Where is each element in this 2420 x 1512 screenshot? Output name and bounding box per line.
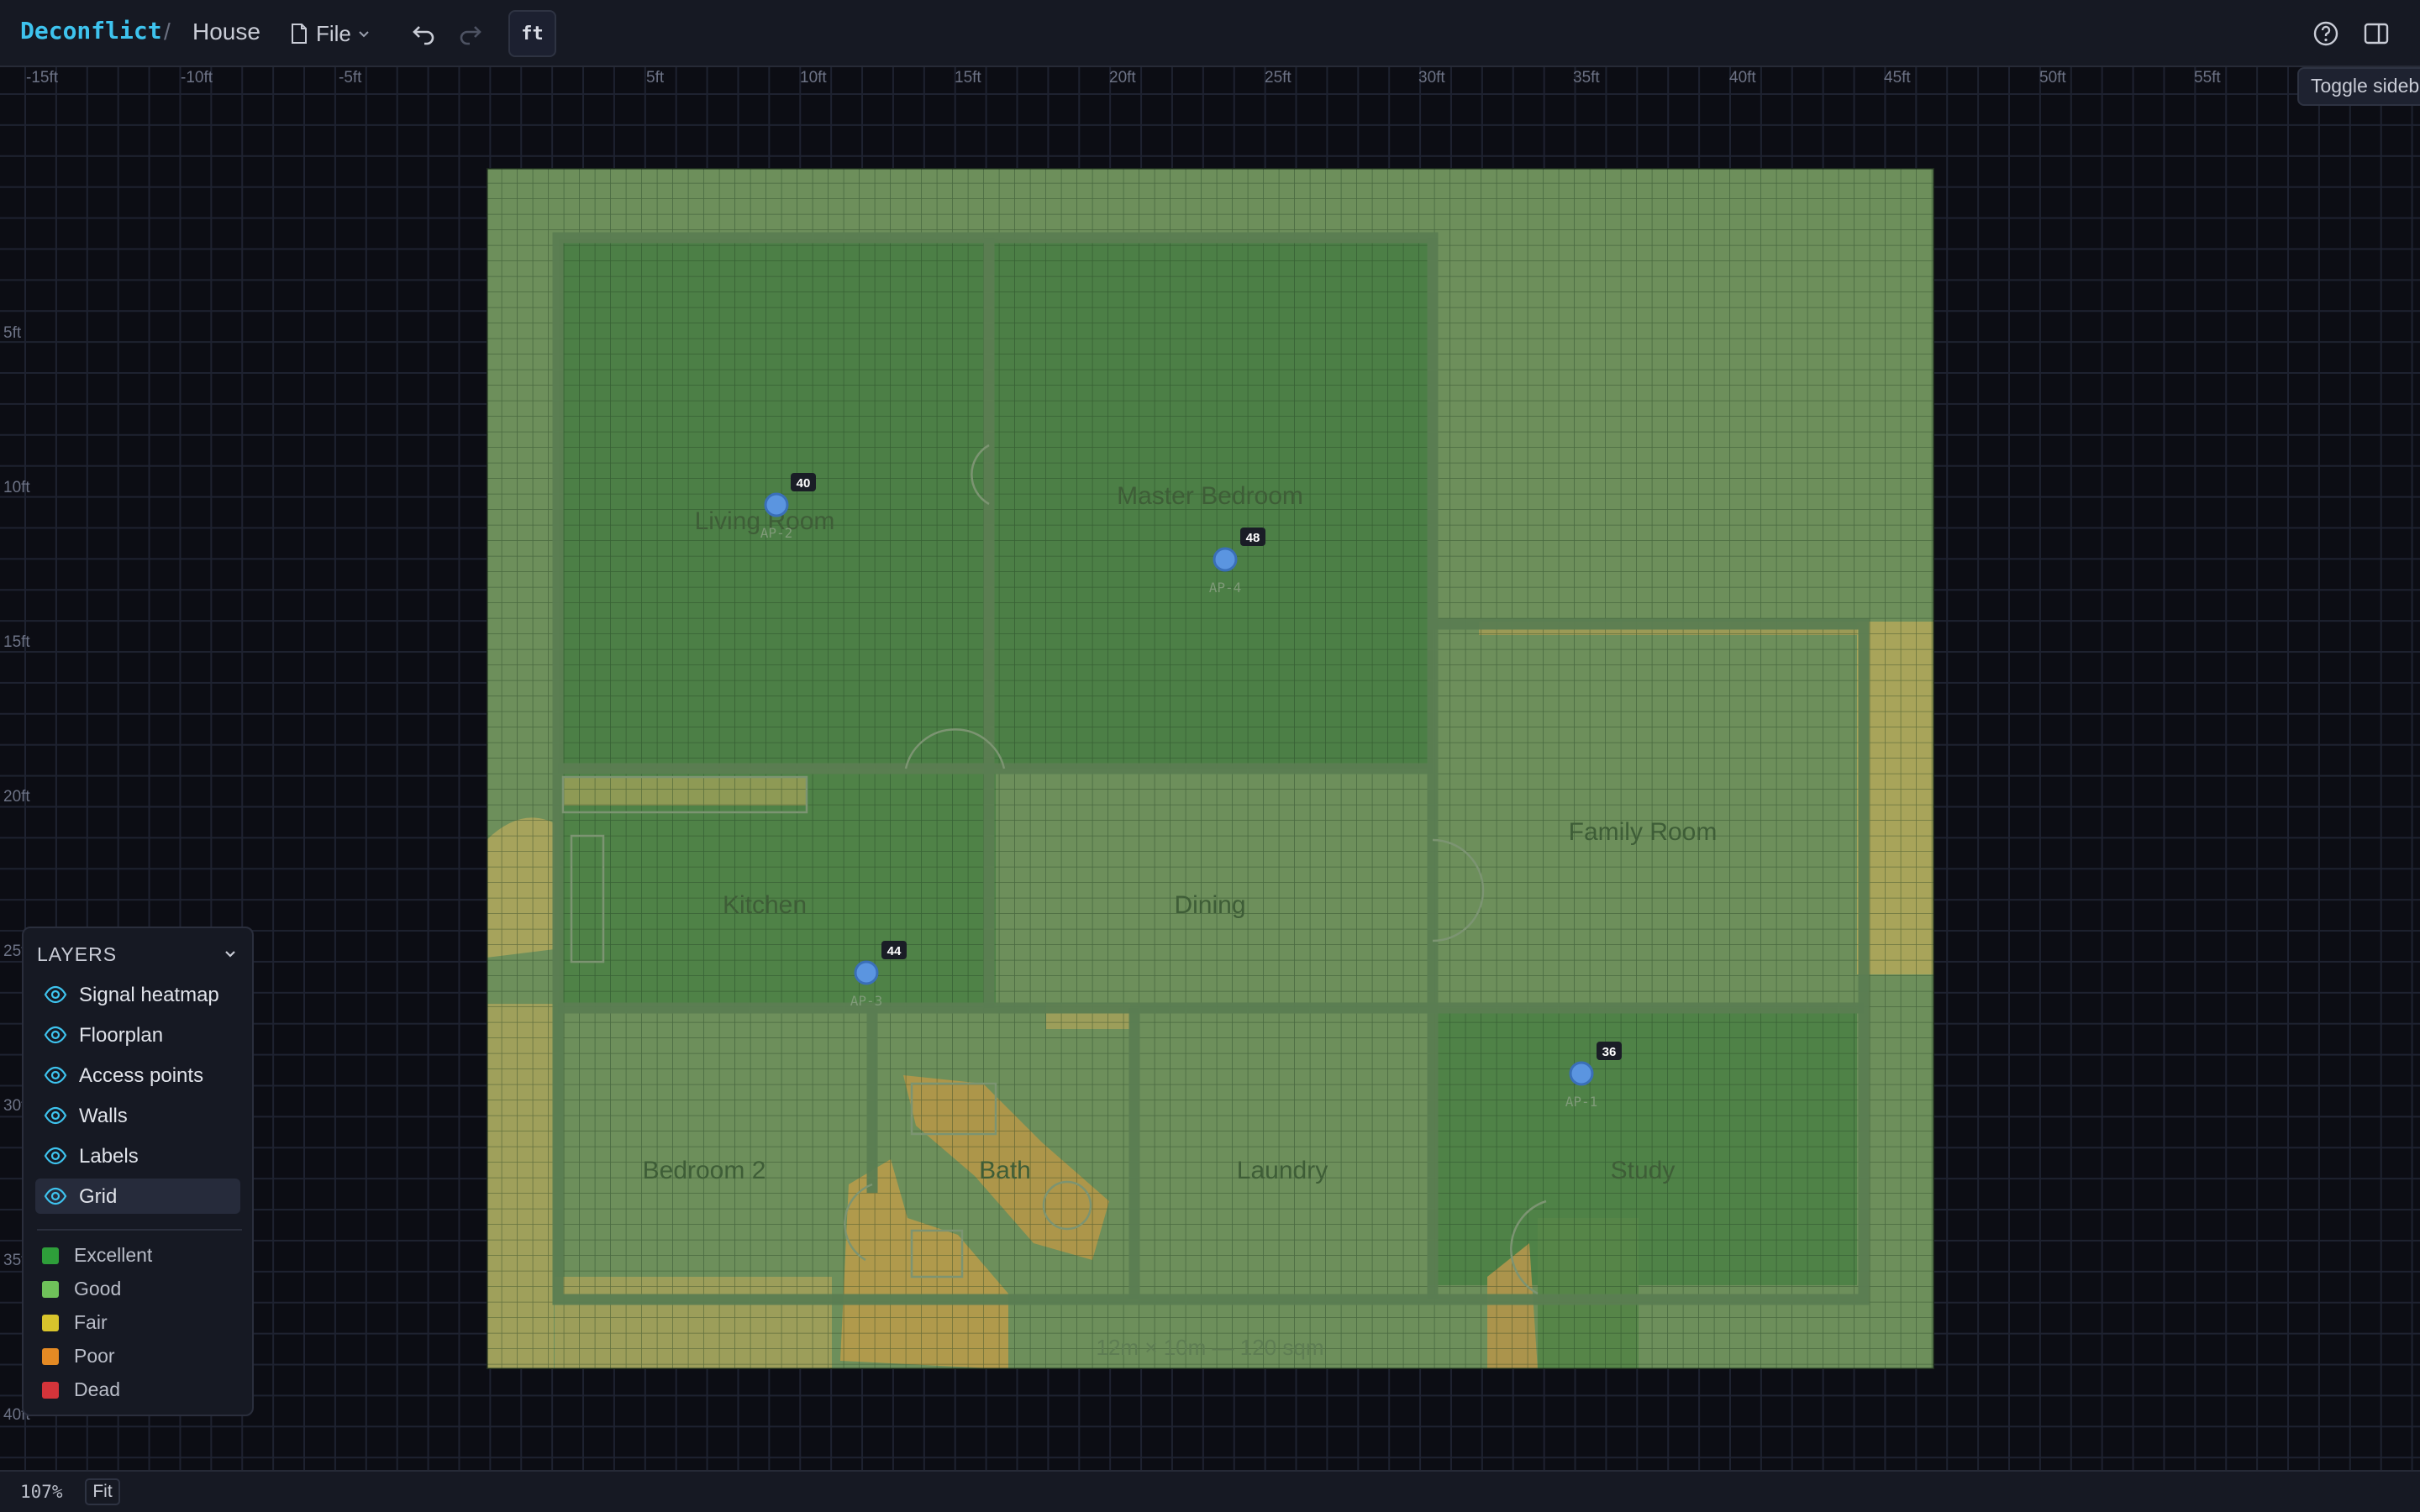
ruler-tick: 5ft bbox=[646, 69, 665, 87]
room-label-study: Study bbox=[1611, 1157, 1676, 1184]
floorplan-dimensions: 12m × 10m — 120 sqm bbox=[1097, 1335, 1324, 1360]
legend-label: Excellent bbox=[74, 1244, 153, 1266]
zoom-level: 107% bbox=[20, 1482, 63, 1502]
eye-icon bbox=[44, 1106, 67, 1125]
layer-toggle-grid[interactable]: Grid bbox=[35, 1179, 240, 1214]
eye-icon bbox=[44, 1187, 67, 1205]
legend-label: Dead bbox=[74, 1378, 120, 1400]
undo-icon bbox=[413, 26, 434, 45]
ap-signal-badge: 40 bbox=[797, 476, 811, 491]
ruler-tick: 55ft bbox=[2194, 69, 2221, 87]
legend-label: Fair bbox=[74, 1311, 108, 1333]
room-label-laundry: Laundry bbox=[1237, 1157, 1328, 1184]
ruler-tick: 40ft bbox=[1729, 69, 1756, 87]
layer-label: Labels bbox=[79, 1145, 139, 1168]
layer-label: Signal heatmap bbox=[79, 984, 219, 1006]
ap-label: AP-3 bbox=[850, 993, 883, 1009]
ruler-tick: 30ft bbox=[1418, 69, 1445, 87]
legend-swatch bbox=[42, 1281, 59, 1298]
ap-label: AP-4 bbox=[1209, 580, 1242, 596]
legend-divider bbox=[37, 1229, 242, 1231]
ap-label: AP-1 bbox=[1565, 1094, 1598, 1110]
ruler-tick: 15ft bbox=[3, 633, 30, 651]
chevron-down-icon[interactable] bbox=[222, 945, 239, 962]
top-bar: Deconflict / House File ft bbox=[0, 0, 2420, 67]
layers-panel-title: LAYERS bbox=[37, 943, 118, 965]
unit-toggle-button[interactable]: ft bbox=[508, 10, 556, 57]
legend-swatch bbox=[42, 1315, 59, 1331]
room-label-bedroom-2: Bedroom 2 bbox=[643, 1157, 766, 1184]
ap-label: AP-2 bbox=[760, 525, 793, 541]
layer-label: Walls bbox=[79, 1105, 128, 1127]
legend-label: Poor bbox=[74, 1345, 115, 1367]
layer-toggle-floorplan[interactable]: Floorplan bbox=[35, 1017, 240, 1053]
room-label-master-bedroom: Master Bedroom bbox=[1117, 482, 1303, 510]
room-label-bath: Bath bbox=[979, 1157, 1031, 1184]
legend-swatch bbox=[42, 1247, 59, 1264]
sidebar-icon bbox=[2364, 23, 2389, 45]
legend-label: Good bbox=[74, 1278, 122, 1299]
file-menu-button[interactable]: File bbox=[289, 15, 370, 52]
layer-toggle-labels[interactable]: Labels bbox=[35, 1138, 240, 1173]
ruler-tick: 35ft bbox=[1573, 69, 1600, 87]
redo-button[interactable] bbox=[455, 18, 485, 49]
ruler-tick: 20ft bbox=[3, 788, 30, 806]
layer-toggle-walls[interactable]: Walls bbox=[35, 1098, 240, 1133]
ruler-tick: 5ft bbox=[3, 324, 22, 342]
floorplan[interactable]: Living Room Master Bedroom Kitchen Dinin… bbox=[487, 168, 1934, 1369]
ruler-tick: 50ft bbox=[2039, 69, 2066, 87]
chevron-down-icon bbox=[359, 31, 369, 38]
file-menu-label: File bbox=[316, 20, 351, 46]
help-button[interactable] bbox=[2311, 18, 2341, 49]
status-bar: 107% Fit bbox=[0, 1470, 2420, 1512]
ap-signal-badge: 36 bbox=[1602, 1045, 1617, 1059]
toggle-sidebar-tooltip: Toggle sidebar bbox=[2297, 67, 2420, 106]
eye-icon bbox=[44, 1026, 67, 1044]
layer-toggle-access-points[interactable]: Access points bbox=[35, 1058, 240, 1093]
legend-swatch bbox=[42, 1348, 59, 1365]
room-label-kitchen: Kitchen bbox=[723, 891, 807, 919]
ruler-tick: -10ft bbox=[181, 69, 213, 87]
redo-icon bbox=[460, 26, 481, 45]
toggle-sidebar-button[interactable] bbox=[2361, 18, 2391, 49]
ruler-tick: 45ft bbox=[1884, 69, 1911, 87]
eye-icon bbox=[44, 1147, 67, 1165]
legend-swatch bbox=[42, 1382, 59, 1399]
eye-icon bbox=[44, 1066, 67, 1084]
eye-icon bbox=[44, 985, 67, 1004]
room-label-dining: Dining bbox=[1174, 891, 1245, 919]
ruler-tick: 25ft bbox=[1265, 69, 1292, 87]
ruler-top: -15ft -10ft -5ft 5ft 10ft 15ft 20ft 25ft… bbox=[0, 67, 2420, 91]
breadcrumb-separator: / bbox=[164, 18, 171, 45]
ruler-tick: 20ft bbox=[1109, 69, 1136, 87]
ruler-tick: 10ft bbox=[3, 479, 30, 496]
help-icon bbox=[2313, 21, 2338, 46]
ruler-tick: 15ft bbox=[955, 69, 981, 87]
app-logo[interactable]: Deconflict bbox=[20, 17, 162, 45]
file-icon bbox=[292, 24, 307, 44]
ruler-tick: -5ft bbox=[339, 69, 362, 87]
layer-label: Access points bbox=[79, 1064, 204, 1087]
layer-label: Grid bbox=[79, 1185, 118, 1208]
ap-signal-badge: 48 bbox=[1246, 531, 1260, 545]
project-name[interactable]: House bbox=[192, 18, 260, 45]
room-label-family-room: Family Room bbox=[1569, 818, 1718, 846]
layer-toggle-signal-heatmap[interactable]: Signal heatmap bbox=[35, 977, 240, 1012]
undo-button[interactable] bbox=[409, 18, 439, 49]
layers-panel: LAYERS Signal heatmap Floorplan Access p… bbox=[22, 927, 254, 1416]
fit-view-button[interactable]: Fit bbox=[85, 1478, 120, 1505]
layer-label: Floorplan bbox=[79, 1024, 164, 1047]
ruler-tick: 10ft bbox=[800, 69, 827, 87]
ap-signal-badge: 44 bbox=[887, 944, 902, 958]
